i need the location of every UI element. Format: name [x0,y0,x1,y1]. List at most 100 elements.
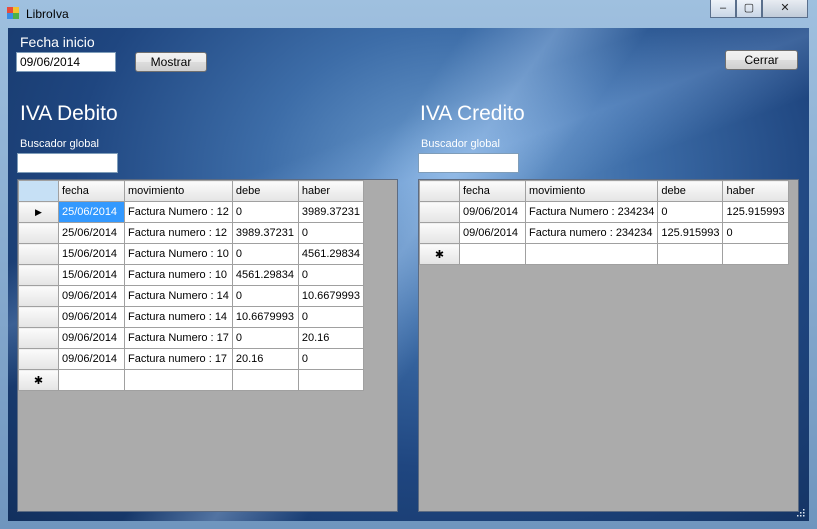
table-cell[interactable]: 10.6679993 [231,306,299,328]
table-cell[interactable]: Factura numero : 234234 [524,222,659,244]
debito-table: fecha movimiento debe haber ▶ 25/06/2014… [18,180,365,391]
row-header[interactable] [18,306,59,328]
credito-search-label: Buscador global [421,138,500,150]
table-cell[interactable] [524,243,659,265]
table-cell[interactable]: 0 [297,306,365,328]
table-row[interactable]: 09/06/2014 Factura Numero : 14 0 10.6679… [18,285,365,307]
table-cell[interactable] [297,369,365,391]
close-button[interactable]: ✕ [762,0,808,18]
mostrar-button[interactable]: Mostrar [135,52,207,72]
row-header[interactable] [18,222,59,244]
table-cell[interactable] [657,243,724,265]
row-header[interactable] [18,285,59,307]
row-header[interactable] [18,327,59,349]
table-cell[interactable]: Factura numero : 12 [124,222,233,244]
table-cell[interactable]: 3989.37231 [231,222,299,244]
row-header[interactable] [18,243,59,265]
table-cell[interactable]: 4561.29834 [297,243,365,265]
table-cell[interactable]: 125.915993 [657,222,724,244]
credito-search-input[interactable] [418,153,519,173]
table-cell[interactable] [231,369,299,391]
debito-search-label: Buscador global [20,138,99,150]
table-cell[interactable]: 09/06/2014 [459,222,526,244]
table-cell[interactable]: 25/06/2014 [58,222,125,244]
table-row[interactable]: 15/06/2014 Factura numero : 10 4561.2983… [18,264,365,286]
table-cell[interactable] [58,369,125,391]
table-cell[interactable]: 09/06/2014 [58,327,125,349]
new-row-indicator[interactable]: ✱ [18,369,59,391]
fecha-inicio-label: Fecha inicio [20,34,95,50]
debito-col-movimiento[interactable]: movimiento [124,180,233,202]
table-cell[interactable]: 125.915993 [722,201,789,223]
table-cell[interactable]: 10.6679993 [297,285,365,307]
table-cell[interactable]: 20.16 [297,327,365,349]
table-cell[interactable] [459,243,526,265]
table-cell[interactable]: Factura Numero : 14 [124,285,233,307]
credito-col-debe[interactable]: debe [657,180,724,202]
table-cell[interactable] [722,243,789,265]
table-cell[interactable]: 0 [231,243,299,265]
table-cell[interactable]: 0 [297,348,365,370]
table-cell[interactable]: 0 [231,201,299,223]
table-cell[interactable]: Factura numero : 14 [124,306,233,328]
table-cell[interactable]: 0 [722,222,789,244]
table-cell[interactable]: Factura Numero : 12 [124,201,233,223]
minimize-button[interactable]: – [710,0,736,18]
debito-search-input[interactable] [17,153,118,173]
debito-grid[interactable]: fecha movimiento debe haber ▶ 25/06/2014… [17,179,398,512]
new-row[interactable]: ✱ [419,243,789,265]
new-row[interactable]: ✱ [18,369,365,391]
table-cell[interactable]: 0 [657,201,724,223]
table-row[interactable]: 09/06/2014 Factura Numero : 234234 0 125… [419,201,789,223]
row-header[interactable] [419,201,460,223]
debito-col-haber[interactable]: haber [297,180,365,202]
table-cell[interactable]: 15/06/2014 [58,264,125,286]
table-row[interactable]: 15/06/2014 Factura Numero : 10 0 4561.29… [18,243,365,265]
table-cell[interactable]: 0 [297,222,365,244]
credito-col-fecha[interactable]: fecha [459,180,526,202]
maximize-button[interactable]: ▢ [736,0,762,18]
credito-grid[interactable]: fecha movimiento debe haber 09/06/2014 F… [418,179,799,512]
fecha-inicio-input[interactable]: 09/06/2014 [16,52,116,72]
table-cell[interactable]: 20.16 [231,348,299,370]
table-cell[interactable]: Factura numero : 10 [124,264,233,286]
table-row[interactable]: 09/06/2014 Factura numero : 234234 125.9… [419,222,789,244]
table-cell[interactable]: 09/06/2014 [459,201,526,223]
table-cell[interactable]: Factura Numero : 17 [124,327,233,349]
debito-col-debe[interactable]: debe [231,180,299,202]
credito-col-movimiento[interactable]: movimiento [524,180,659,202]
row-header[interactable] [18,264,59,286]
credito-col-haber[interactable]: haber [722,180,789,202]
table-cell[interactable]: 09/06/2014 [58,285,125,307]
table-cell[interactable]: 09/06/2014 [58,306,125,328]
table-cell[interactable] [124,369,233,391]
table-row[interactable]: 25/06/2014 Factura numero : 12 3989.3723… [18,222,365,244]
table-cell[interactable]: Factura numero : 17 [124,348,233,370]
table-cell[interactable]: 15/06/2014 [58,243,125,265]
resize-grip-icon[interactable] [795,507,805,517]
new-row-indicator[interactable]: ✱ [419,243,460,265]
table-cell[interactable]: 0 [231,285,299,307]
credito-corner-cell[interactable] [419,180,460,202]
row-header[interactable] [18,348,59,370]
table-cell[interactable]: 0 [231,327,299,349]
title-bar[interactable]: LibroIva – ▢ ✕ [0,0,817,28]
cerrar-button[interactable]: Cerrar [725,50,798,70]
iva-credito-title: IVA Credito [420,102,525,125]
table-row[interactable]: 09/06/2014 Factura numero : 17 20.16 0 [18,348,365,370]
table-row[interactable]: 09/06/2014 Factura Numero : 17 0 20.16 [18,327,365,349]
table-cell[interactable]: 0 [297,264,365,286]
main-window: LibroIva – ▢ ✕ Fecha inicio 09/06/2014 M… [0,0,817,529]
row-header[interactable] [419,222,460,244]
table-cell[interactable]: 09/06/2014 [58,348,125,370]
table-row[interactable]: ▶ 25/06/2014 Factura Numero : 12 0 3989.… [18,201,365,223]
table-cell[interactable]: 3989.37231 [297,201,365,223]
table-cell[interactable]: Factura Numero : 10 [124,243,233,265]
debito-col-fecha[interactable]: fecha [58,180,125,202]
table-cell[interactable]: Factura Numero : 234234 [524,201,659,223]
table-cell[interactable]: 4561.29834 [231,264,299,286]
current-row-indicator[interactable]: ▶ [18,201,59,223]
table-row[interactable]: 09/06/2014 Factura numero : 14 10.667999… [18,306,365,328]
table-cell[interactable]: 25/06/2014 [58,201,125,223]
debito-corner-cell[interactable] [18,180,59,202]
